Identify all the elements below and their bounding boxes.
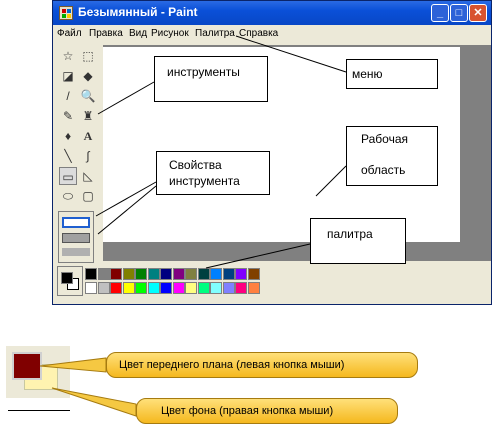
leader-background — [51, 387, 137, 417]
legend-leader-lines — [39, 357, 137, 417]
leader-foreground — [39, 357, 107, 373]
